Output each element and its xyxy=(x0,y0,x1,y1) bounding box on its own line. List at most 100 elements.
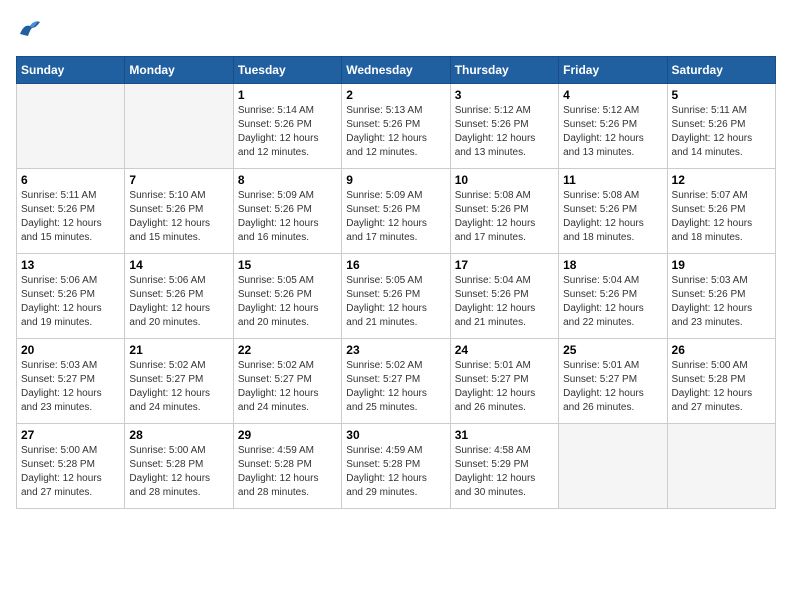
day-number: 9 xyxy=(346,173,445,187)
day-number: 19 xyxy=(672,258,771,272)
day-info: Sunrise: 5:08 AMSunset: 5:26 PMDaylight:… xyxy=(563,189,662,245)
day-info: Sunrise: 5:06 AMSunset: 5:26 PMDaylight:… xyxy=(21,274,120,330)
calendar-cell: 6 Sunrise: 5:11 AMSunset: 5:26 PMDaylight… xyxy=(17,169,125,254)
day-header-monday: Monday xyxy=(125,57,233,84)
calendar-cell: 25 Sunrise: 5:01 AMSunset: 5:27 PMDayligh… xyxy=(559,339,667,424)
day-header-tuesday: Tuesday xyxy=(233,57,341,84)
day-header-sunday: Sunday xyxy=(17,57,125,84)
day-number: 21 xyxy=(129,343,228,357)
day-info: Sunrise: 5:12 AMSunset: 5:26 PMDaylight:… xyxy=(455,104,554,160)
calendar-cell: 13 Sunrise: 5:06 AMSunset: 5:26 PMDayligh… xyxy=(17,254,125,339)
day-info: Sunrise: 5:11 AMSunset: 5:26 PMDaylight:… xyxy=(21,189,120,245)
calendar-cell: 26Sunrise: 5:00 AMSunset: 5:28 PMDayligh… xyxy=(667,339,775,424)
day-number: 15 xyxy=(238,258,337,272)
day-number: 16 xyxy=(346,258,445,272)
day-info: Sunrise: 5:01 AMSunset: 5:27 PMDaylight:… xyxy=(563,359,662,415)
day-info: Sunrise: 5:14 AMSunset: 5:26 PMDaylight:… xyxy=(238,104,337,160)
calendar-cell: 30Sunrise: 4:59 AMSunset: 5:28 PMDayligh… xyxy=(342,424,450,509)
day-number: 11 xyxy=(563,173,662,187)
calendar-cell: 5 Sunrise: 5:11 AMSunset: 5:26 PMDaylight… xyxy=(667,84,775,169)
calendar-cell: 24 Sunrise: 5:01 AMSunset: 5:27 PMDayligh… xyxy=(450,339,558,424)
calendar-cell xyxy=(559,424,667,509)
day-info: Sunrise: 5:01 AMSunset: 5:27 PMDaylight:… xyxy=(455,359,554,415)
day-number: 30 xyxy=(346,428,445,442)
calendar-cell xyxy=(17,84,125,169)
calendar-cell: 22 Sunrise: 5:02 AMSunset: 5:27 PMDayligh… xyxy=(233,339,341,424)
calendar-cell: 8Sunrise: 5:09 AMSunset: 5:26 PMDaylight… xyxy=(233,169,341,254)
day-number: 5 xyxy=(672,88,771,102)
day-number: 27 xyxy=(21,428,120,442)
calendar-cell: 7Sunrise: 5:10 AMSunset: 5:26 PMDaylight… xyxy=(125,169,233,254)
calendar-cell: 10 Sunrise: 5:08 AMSunset: 5:26 PMDayligh… xyxy=(450,169,558,254)
day-info: Sunrise: 5:02 AMSunset: 5:27 PMDaylight:… xyxy=(129,359,228,415)
day-info: Sunrise: 5:03 AMSunset: 5:26 PMDaylight:… xyxy=(672,274,771,330)
day-number: 6 xyxy=(21,173,120,187)
calendar-cell: 23 Sunrise: 5:02 AMSunset: 5:27 PMDayligh… xyxy=(342,339,450,424)
day-number: 28 xyxy=(129,428,228,442)
calendar-cell: 2 Sunrise: 5:13 AMSunset: 5:26 PMDaylight… xyxy=(342,84,450,169)
calendar-cell: 16 Sunrise: 5:05 AMSunset: 5:26 PMDayligh… xyxy=(342,254,450,339)
week-row-2: 6 Sunrise: 5:11 AMSunset: 5:26 PMDaylight… xyxy=(17,169,776,254)
day-number: 22 xyxy=(238,343,337,357)
day-number: 4 xyxy=(563,88,662,102)
calendar-cell: 1 Sunrise: 5:14 AMSunset: 5:26 PMDaylight… xyxy=(233,84,341,169)
day-number: 14 xyxy=(129,258,228,272)
day-info: Sunrise: 5:11 AMSunset: 5:26 PMDaylight:… xyxy=(672,104,771,160)
day-number: 7 xyxy=(129,173,228,187)
calendar-header-row: SundayMondayTuesdayWednesdayThursdayFrid… xyxy=(17,57,776,84)
logo-icon xyxy=(16,16,44,44)
day-info: Sunrise: 4:58 AMSunset: 5:29 PMDaylight:… xyxy=(455,444,554,500)
day-number: 13 xyxy=(21,258,120,272)
day-info: Sunrise: 5:09 AMSunset: 5:26 PMDaylight:… xyxy=(346,189,445,245)
day-number: 1 xyxy=(238,88,337,102)
day-info: Sunrise: 5:03 AMSunset: 5:27 PMDaylight:… xyxy=(21,359,120,415)
calendar-cell xyxy=(125,84,233,169)
calendar-cell xyxy=(667,424,775,509)
calendar-cell: 15 Sunrise: 5:05 AMSunset: 5:26 PMDayligh… xyxy=(233,254,341,339)
week-row-1: 1 Sunrise: 5:14 AMSunset: 5:26 PMDaylight… xyxy=(17,84,776,169)
day-info: Sunrise: 5:05 AMSunset: 5:26 PMDaylight:… xyxy=(238,274,337,330)
day-number: 24 xyxy=(455,343,554,357)
calendar-cell: 14Sunrise: 5:06 AMSunset: 5:26 PMDayligh… xyxy=(125,254,233,339)
day-header-wednesday: Wednesday xyxy=(342,57,450,84)
day-info: Sunrise: 5:00 AMSunset: 5:28 PMDaylight:… xyxy=(21,444,120,500)
day-info: Sunrise: 4:59 AMSunset: 5:28 PMDaylight:… xyxy=(238,444,337,500)
day-info: Sunrise: 5:13 AMSunset: 5:26 PMDaylight:… xyxy=(346,104,445,160)
calendar-cell: 18 Sunrise: 5:04 AMSunset: 5:26 PMDayligh… xyxy=(559,254,667,339)
day-number: 31 xyxy=(455,428,554,442)
day-number: 2 xyxy=(346,88,445,102)
calendar-cell: 11 Sunrise: 5:08 AMSunset: 5:26 PMDayligh… xyxy=(559,169,667,254)
day-info: Sunrise: 5:09 AMSunset: 5:26 PMDaylight:… xyxy=(238,189,337,245)
day-info: Sunrise: 5:02 AMSunset: 5:27 PMDaylight:… xyxy=(346,359,445,415)
week-row-4: 20 Sunrise: 5:03 AMSunset: 5:27 PMDayligh… xyxy=(17,339,776,424)
calendar-cell: 9 Sunrise: 5:09 AMSunset: 5:26 PMDaylight… xyxy=(342,169,450,254)
day-number: 10 xyxy=(455,173,554,187)
calendar-cell: 29Sunrise: 4:59 AMSunset: 5:28 PMDayligh… xyxy=(233,424,341,509)
calendar-cell: 4 Sunrise: 5:12 AMSunset: 5:26 PMDaylight… xyxy=(559,84,667,169)
day-number: 23 xyxy=(346,343,445,357)
week-row-3: 13 Sunrise: 5:06 AMSunset: 5:26 PMDayligh… xyxy=(17,254,776,339)
day-info: Sunrise: 5:00 AMSunset: 5:28 PMDaylight:… xyxy=(672,359,771,415)
day-info: Sunrise: 5:12 AMSunset: 5:26 PMDaylight:… xyxy=(563,104,662,160)
calendar-table: SundayMondayTuesdayWednesdayThursdayFrid… xyxy=(16,56,776,509)
logo xyxy=(16,16,48,44)
day-number: 17 xyxy=(455,258,554,272)
day-info: Sunrise: 5:07 AMSunset: 5:26 PMDaylight:… xyxy=(672,189,771,245)
week-row-5: 27 Sunrise: 5:00 AMSunset: 5:28 PMDayligh… xyxy=(17,424,776,509)
day-info: Sunrise: 5:02 AMSunset: 5:27 PMDaylight:… xyxy=(238,359,337,415)
day-info: Sunrise: 5:00 AMSunset: 5:28 PMDaylight:… xyxy=(129,444,228,500)
day-number: 3 xyxy=(455,88,554,102)
calendar-cell: 3 Sunrise: 5:12 AMSunset: 5:26 PMDaylight… xyxy=(450,84,558,169)
day-number: 12 xyxy=(672,173,771,187)
day-number: 20 xyxy=(21,343,120,357)
calendar-cell: 21 Sunrise: 5:02 AMSunset: 5:27 PMDayligh… xyxy=(125,339,233,424)
day-info: Sunrise: 5:08 AMSunset: 5:26 PMDaylight:… xyxy=(455,189,554,245)
day-number: 25 xyxy=(563,343,662,357)
calendar-cell: 20 Sunrise: 5:03 AMSunset: 5:27 PMDayligh… xyxy=(17,339,125,424)
calendar-cell: 17Sunrise: 5:04 AMSunset: 5:26 PMDayligh… xyxy=(450,254,558,339)
day-info: Sunrise: 5:05 AMSunset: 5:26 PMDaylight:… xyxy=(346,274,445,330)
day-info: Sunrise: 5:04 AMSunset: 5:26 PMDaylight:… xyxy=(563,274,662,330)
calendar-cell: 31 Sunrise: 4:58 AMSunset: 5:29 PMDayligh… xyxy=(450,424,558,509)
day-number: 18 xyxy=(563,258,662,272)
day-header-friday: Friday xyxy=(559,57,667,84)
